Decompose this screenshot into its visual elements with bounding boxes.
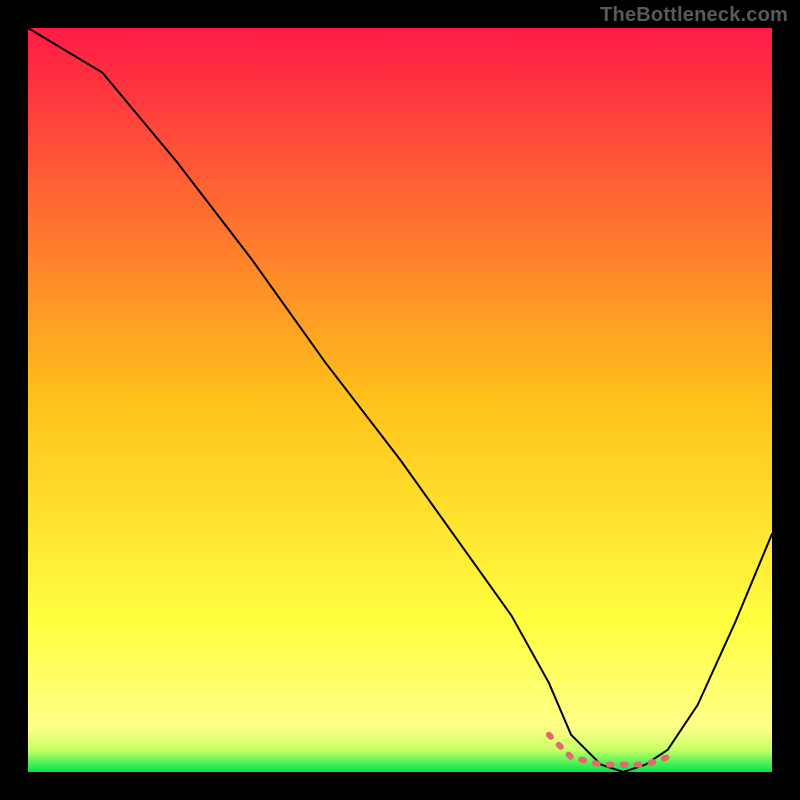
watermark-text: TheBottleneck.com xyxy=(600,4,788,27)
chart-svg xyxy=(28,28,772,772)
chart-plot-area xyxy=(28,28,772,772)
chart-background xyxy=(28,28,772,772)
chart-frame: TheBottleneck.com xyxy=(0,0,800,800)
